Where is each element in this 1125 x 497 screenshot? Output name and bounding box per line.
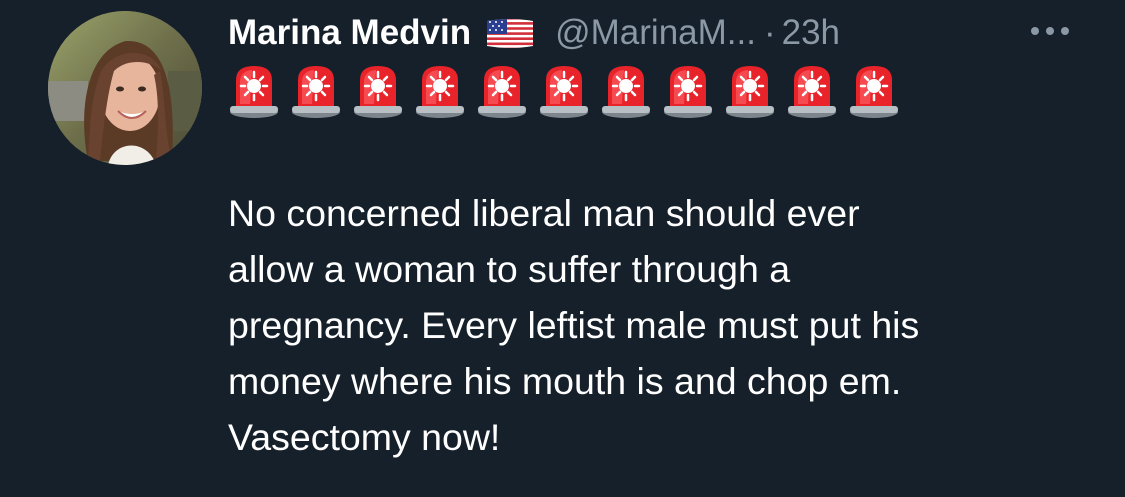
police-car-light-icon — [414, 62, 466, 120]
more-options-icon[interactable] — [1027, 16, 1073, 46]
avatar-photo — [48, 11, 202, 165]
police-car-light-icon — [786, 62, 838, 120]
tweet-text-line: Vasectomy now! — [228, 416, 501, 458]
police-car-light-icon — [476, 62, 528, 120]
tweet-card[interactable]: Marina Medvin @MarinaM... · 23h No conce… — [0, 0, 1125, 497]
us-flag-icon — [485, 17, 535, 50]
police-car-light-icon — [662, 62, 714, 120]
police-car-light-icon — [848, 62, 900, 120]
tweet-text-line: No concerned liberal man should ever — [228, 192, 860, 234]
tweet-text: No concerned liberal man should ever all… — [228, 185, 1108, 465]
tweet-text-line: money where his mouth is and chop em. — [228, 360, 902, 402]
avatar[interactable] — [48, 11, 202, 165]
police-car-light-icon — [290, 62, 342, 120]
author-handle[interactable]: @MarinaM... — [555, 13, 756, 53]
police-car-light-icon — [600, 62, 652, 120]
police-car-light-icon — [352, 62, 404, 120]
separator-dot: · — [763, 13, 776, 52]
tweet-text-line: pregnancy. Every leftist male must put h… — [228, 304, 920, 346]
police-car-light-icon — [228, 62, 280, 120]
police-car-light-icon — [538, 62, 590, 120]
police-car-light-icon — [724, 62, 776, 120]
tweet-timestamp[interactable]: 23h — [782, 13, 840, 53]
tweet-header: Marina Medvin @MarinaM... · 23h — [228, 10, 840, 56]
siren-emoji-row — [228, 62, 910, 120]
author-name[interactable]: Marina Medvin — [228, 13, 471, 53]
tweet-text-line: allow a woman to suffer through a — [228, 248, 791, 290]
